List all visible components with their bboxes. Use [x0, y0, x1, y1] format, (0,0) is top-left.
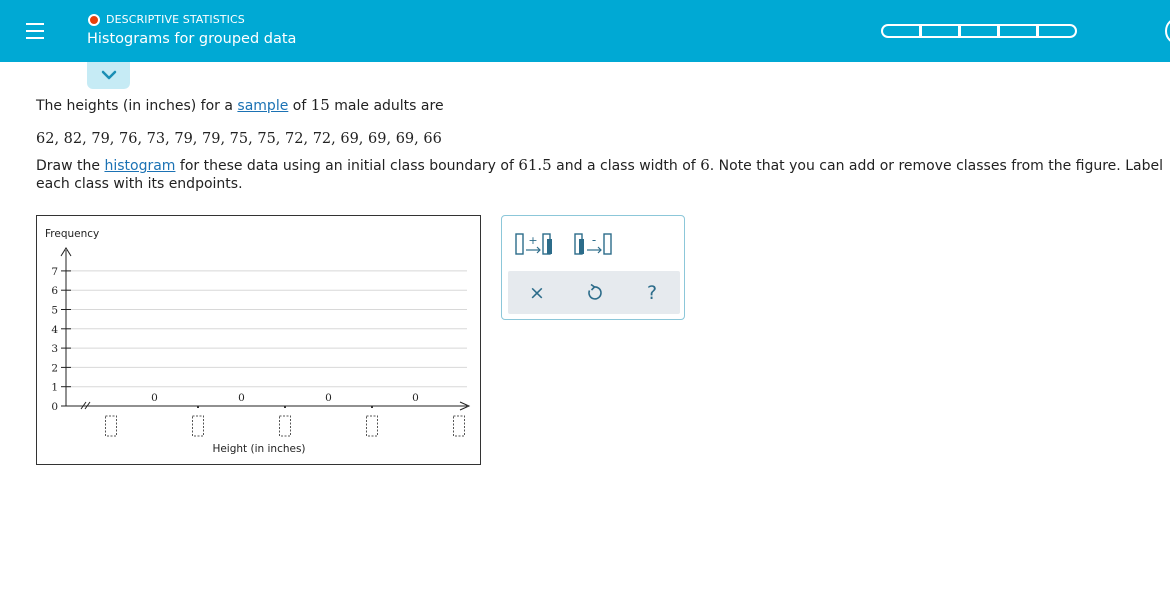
topic-label: DESCRIPTIVE STATISTICS	[106, 13, 245, 26]
y-tick-label: 6	[51, 285, 58, 297]
y-tick-label: 1	[51, 382, 58, 394]
question-text: Draw the	[36, 158, 105, 174]
clear-button[interactable]: ×	[526, 282, 548, 304]
bar-value-label: 0	[325, 392, 332, 404]
question-text: . Note that you can add or remove classe…	[709, 158, 1163, 174]
histogram-graph[interactable]: Frequency 0 1 2 3 4 5 6 7 0 0 0 0 Height (in inche…	[36, 215, 481, 465]
menu-icon[interactable]	[24, 20, 48, 42]
bar-value-label: 0	[238, 392, 245, 404]
status-dot-icon	[88, 13, 100, 26]
endpoint-tick	[197, 406, 199, 408]
progress-segment	[1037, 24, 1077, 38]
endpoint-input-box[interactable]	[453, 415, 465, 437]
y-ticks: 0 1 2 3 4 5 6 7	[51, 266, 71, 413]
question-intro: The heights (in inches) for a sample of …	[36, 96, 444, 114]
tool-actions: × ?	[508, 271, 680, 314]
endpoint-tick	[284, 406, 286, 408]
question-instructions-end: each class with its endpoints.	[36, 176, 243, 192]
question-instructions: Draw the histogram for these data using …	[36, 155, 1170, 176]
data-values: 62, 82, 79, 76, 73, 79, 79, 75, 75, 72, …	[36, 131, 442, 147]
endpoint-tick	[371, 406, 373, 408]
histogram-link[interactable]: histogram	[104, 158, 175, 174]
y-tick-label: 0	[51, 401, 58, 413]
endpoint-input-box[interactable]	[366, 415, 378, 437]
question-text: for these data using an initial class bo…	[175, 158, 519, 174]
bar-value-label: 0	[151, 392, 158, 404]
expand-description-button[interactable]	[87, 62, 130, 89]
initial-boundary: 61.5	[518, 156, 552, 174]
undo-button[interactable]	[583, 282, 605, 304]
page-title: Histograms for grouped data	[87, 31, 297, 47]
question-text: male adults are	[329, 98, 444, 114]
svg-text:-: -	[592, 233, 596, 247]
graph-tool-panel: + - × ?	[501, 215, 685, 320]
endpoint-input-box[interactable]	[105, 415, 117, 437]
sample-link[interactable]: sample	[237, 98, 288, 114]
endpoint-input-box[interactable]	[192, 415, 204, 437]
top-bar: DESCRIPTIVE STATISTICS Histograms for gr…	[0, 0, 1170, 62]
progress-segment	[881, 24, 921, 38]
topic-header: DESCRIPTIVE STATISTICS	[88, 13, 245, 26]
grid-lines	[66, 270, 467, 388]
y-tick-label: 2	[51, 362, 58, 374]
endpoint-input-box[interactable]	[279, 415, 291, 437]
undo-icon	[588, 284, 602, 300]
add-class-icon[interactable]: +	[514, 232, 554, 256]
y-tick-label: 4	[51, 324, 58, 336]
x-axis-label: Height (in inches)	[212, 443, 305, 455]
sample-size: 15	[310, 96, 330, 114]
histogram-canvas[interactable]: Frequency 0 1 2 3 4 5 6 7 0 0 0 0 Height (in inche…	[37, 216, 482, 466]
remove-class-icon[interactable]: -	[573, 232, 613, 256]
help-button[interactable]: ?	[641, 282, 663, 304]
bar-labels: 0 0 0 0	[151, 392, 419, 404]
question-text: The heights (in inches) for a	[36, 98, 238, 114]
progress-segment	[959, 24, 999, 38]
endpoint-inputs[interactable]	[105, 406, 465, 437]
y-tick-label: 7	[51, 266, 58, 278]
class-width: 6	[700, 156, 710, 174]
y-tick-label: 5	[51, 305, 58, 317]
progress-segment	[920, 24, 960, 38]
chevron-down-icon	[101, 70, 117, 80]
y-tick-label: 3	[51, 343, 58, 355]
question-text: and a class width of	[551, 158, 701, 174]
y-axis-label: Frequency	[45, 228, 99, 240]
bar-value-label: 0	[412, 392, 419, 404]
progress-segment	[998, 24, 1038, 38]
svg-text:+: +	[528, 234, 537, 247]
progress-bar	[881, 24, 1077, 38]
account-icon[interactable]	[1165, 17, 1170, 45]
question-text: of	[288, 98, 311, 114]
